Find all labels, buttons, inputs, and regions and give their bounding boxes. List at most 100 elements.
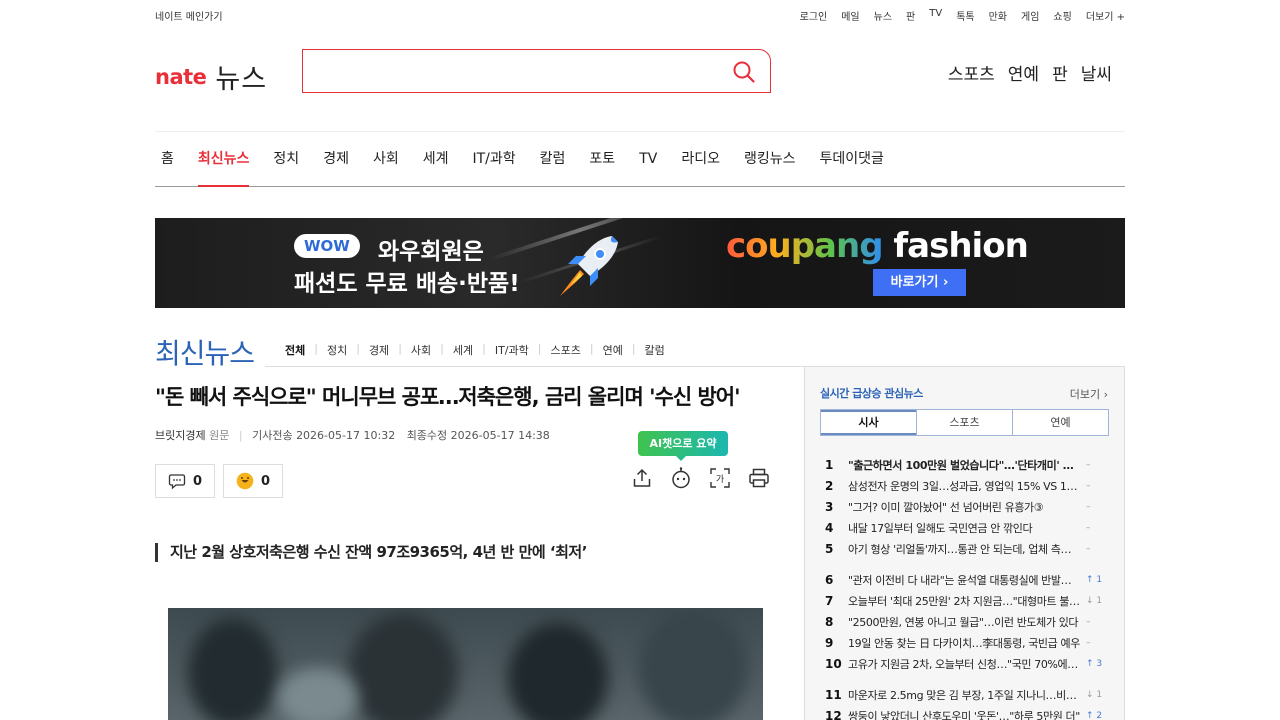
trending-headline[interactable]: 쌍둥이 낳았더니 산후도우미 '웃돈'…"하루 5만원 더" — [848, 708, 1081, 720]
ai-chat-icon[interactable] — [670, 467, 692, 489]
shopping-link[interactable]: 쇼핑 — [1053, 8, 1071, 23]
tab-current-affairs[interactable]: 시사 — [821, 410, 916, 435]
trending-item[interactable]: 7 오늘부터 '최대 25만원' 2차 지원금…"대형마트 불가" ↓ 1 — [820, 590, 1110, 611]
print-icon[interactable] — [748, 467, 770, 489]
article-photo — [168, 608, 763, 720]
trending-headline[interactable]: 아기 형상 '리얼돌'까지…통관 안 되는데, 업체 측은 버젓이 — [848, 541, 1081, 557]
emotion-count: 0 — [261, 473, 271, 489]
trending-headline[interactable]: 오늘부터 '최대 25만원' 2차 지원금…"대형마트 불가" — [848, 593, 1081, 609]
trending-headline[interactable]: "2500만원, 연봉 아니고 월급"…이런 반도체가 있다 — [848, 614, 1081, 630]
article-headline: "돈 빼서 주식으로" 머니무브 공포…저축은행, 금리 올리며 '수신 방어' — [155, 385, 741, 409]
trending-item[interactable]: 1 "출근하면서 100만원 벌었습니다"…'단타개미' 억대급 수익– — [820, 454, 1110, 475]
subnav-society[interactable]: 사회 — [411, 342, 431, 358]
trending-item[interactable]: 3 "그거? 이미 깔아놨어" 선 넘어버린 유흥가③ – — [820, 496, 1110, 517]
trending-item[interactable]: 8 "2500만원, 연봉 아니고 월급"…이런 반도체가 있다 – — [820, 611, 1110, 632]
rank-number: 1 — [825, 457, 834, 472]
trending-item[interactable]: 6 "관저 이전비 다 내라"는 윤석열 대통령실에 반발… ↑ 1 — [820, 569, 1110, 590]
more-link[interactable]: 더보기 + — [1086, 8, 1125, 23]
rank-number: 10 — [825, 656, 842, 671]
nav-world[interactable]: 세계 — [423, 132, 449, 187]
trending-headline[interactable]: 마운자로 2.5mg 맞은 김 부장, 1주일 지나니…비만 치료 — [848, 687, 1081, 703]
nav-ranking[interactable]: 랭킹뉴스 — [744, 132, 796, 187]
subnav-all[interactable]: 전체 — [285, 342, 305, 358]
article-meta: 브릿지경제 원문 | 기사전송 2026-05-17 10:32 최종수정 20… — [155, 427, 550, 443]
nav-latest-news[interactable]: 최신뉴스 — [197, 132, 249, 187]
login-link[interactable]: 로그인 — [800, 8, 828, 23]
font-size-icon[interactable]: 가 — [709, 467, 731, 489]
trending-headline[interactable]: 삼성전자 운명의 3일…성과급, 영업익 15% VS 12% 막판 줄다리기 — [848, 478, 1081, 494]
trending-more-link[interactable]: 더보기 › — [1070, 386, 1108, 402]
rank-number: 4 — [825, 520, 834, 535]
tv-link[interactable]: TV — [929, 8, 942, 23]
trending-item[interactable]: 4 내달 17일부터 일해도 국민연금 안 깎인다 – — [820, 517, 1110, 538]
article-subhead: 지난 2월 상호저축은행 수신 잔액 97조9365억, 4년 반 만에 ‘최저… — [155, 543, 587, 562]
trending-headline[interactable]: "관저 이전비 다 내라"는 윤석열 대통령실에 반발… — [848, 572, 1081, 588]
nav-tv[interactable]: TV — [639, 132, 657, 187]
nav-radio[interactable]: 라디오 — [681, 132, 720, 187]
subnav-it-science[interactable]: IT/과학 — [495, 342, 529, 358]
quick-pann[interactable]: 판 — [1052, 60, 1068, 85]
rank-number: 3 — [825, 499, 834, 514]
nav-economy[interactable]: 경제 — [323, 132, 349, 187]
nav-home[interactable]: 홈 — [161, 132, 174, 187]
photo-detail — [278, 668, 358, 720]
share-icon[interactable] — [631, 467, 653, 489]
nav-photo[interactable]: 포토 — [589, 132, 615, 187]
toktok-link[interactable]: 톡톡 — [956, 8, 974, 23]
search-icon[interactable] — [732, 60, 756, 84]
ad-banner[interactable]: WOW 와우회원은 패션도 무료 배송·반품! coupang fashion … — [155, 218, 1125, 308]
trending-headline[interactable]: 고유가 지원금 2차, 오늘부터 신청…"국민 70%에 지급" — [848, 656, 1081, 672]
subnav-entertainment[interactable]: 연예 — [603, 342, 623, 358]
trending-item[interactable]: 5 아기 형상 '리얼돌'까지…통관 안 되는데, 업체 측은 버젓이 – — [820, 538, 1110, 559]
section-title: 최신뉴스 — [155, 337, 255, 370]
coupang-fashion-logo: coupang fashion — [726, 226, 1029, 266]
main-nav: 홈 최신뉴스 정치 경제 사회 세계 IT/과학 칼럼 포토 TV 라디오 랭킹… — [155, 131, 1125, 187]
trending-item[interactable]: 11 마운자로 2.5mg 맞은 김 부장, 1주일 지나니…비만 치료 ↓ 1 — [820, 684, 1110, 705]
subnav-world[interactable]: 세계 — [453, 342, 473, 358]
trending-headline[interactable]: "그거? 이미 깔아놨어" 선 넘어버린 유흥가③ — [848, 499, 1081, 515]
trending-item[interactable]: 12 쌍둥이 낳았더니 산후도우미 '웃돈'…"하루 5만원 더" ↑ 2 — [820, 705, 1110, 720]
quick-links: 스포츠 연예 판 날씨 — [935, 60, 1112, 85]
trending-item[interactable]: 9 19일 안동 찾는 日 다카이치…李대통령, 국빈급 예우 – — [820, 632, 1110, 653]
banner-subline: 패션도 무료 배송·반품! — [294, 271, 520, 297]
subnav-politics[interactable]: 정치 — [327, 342, 347, 358]
comment-button[interactable]: 0 — [155, 464, 216, 498]
quick-weather[interactable]: 날씨 — [1081, 60, 1112, 85]
tab-entertainment[interactable]: 연예 — [1012, 410, 1108, 435]
comics-link[interactable]: 만화 — [989, 8, 1007, 23]
banner-cta-button[interactable]: 바로가기 › — [873, 269, 966, 296]
trending-item[interactable]: 2 삼성전자 운명의 3일…성과급, 영업익 15% VS 12% 막판 줄다리기… — [820, 475, 1110, 496]
trending-headline[interactable]: 19일 안동 찾는 日 다카이치…李대통령, 국빈급 예우 — [848, 635, 1081, 651]
nav-today-comments[interactable]: 투데이댓글 — [820, 132, 884, 187]
subnav-sports[interactable]: 스포츠 — [550, 342, 580, 358]
news-link[interactable]: 뉴스 — [874, 8, 892, 23]
pann-link[interactable]: 판 — [906, 8, 915, 23]
nate-main-link[interactable]: 네이트 메인가기 — [155, 8, 223, 23]
emotion-button[interactable]: 0 — [223, 464, 284, 498]
mail-link[interactable]: 메일 — [841, 8, 859, 23]
subnav-economy[interactable]: 경제 — [369, 342, 389, 358]
subnav-column[interactable]: 칼럼 — [645, 342, 665, 358]
nav-society[interactable]: 사회 — [373, 132, 399, 187]
tab-sports[interactable]: 스포츠 — [916, 410, 1012, 435]
nav-politics[interactable]: 정치 — [273, 132, 299, 187]
game-link[interactable]: 게임 — [1021, 8, 1039, 23]
trending-tabs: 시사 스포츠 연예 — [820, 409, 1109, 436]
meta-separator: | — [238, 429, 243, 442]
nate-logo: nate — [155, 64, 207, 89]
comment-icon — [168, 474, 186, 490]
quick-entertainment[interactable]: 연예 — [1008, 60, 1039, 85]
search-input[interactable] — [315, 50, 725, 90]
original-link[interactable]: 원문 — [209, 429, 229, 442]
nav-column[interactable]: 칼럼 — [540, 132, 566, 187]
ai-summary-badge[interactable]: AI챗으로 요약 — [638, 431, 728, 461]
nav-it-science[interactable]: IT/과학 — [472, 132, 515, 187]
rank-change: – — [1086, 637, 1091, 648]
trending-headline[interactable]: 내달 17일부터 일해도 국민연금 안 깎인다 — [848, 520, 1081, 536]
trending-item[interactable]: 10 고유가 지원금 2차, 오늘부터 신청…"국민 70%에 지급" ↑ 3 — [820, 653, 1110, 674]
rank-number: 5 — [825, 541, 834, 556]
site-logo[interactable]: nate 뉴스 — [155, 57, 267, 96]
trending-list: 1 "출근하면서 100만원 벌었습니다"…'단타개미' 억대급 수익 – 2삼성전… — [820, 454, 1110, 720]
quick-sports[interactable]: 스포츠 — [948, 60, 995, 85]
trending-headline[interactable]: "출근하면서 100만원 벌었습니다"…'단타개미' 억대급 수익 — [848, 457, 1081, 473]
